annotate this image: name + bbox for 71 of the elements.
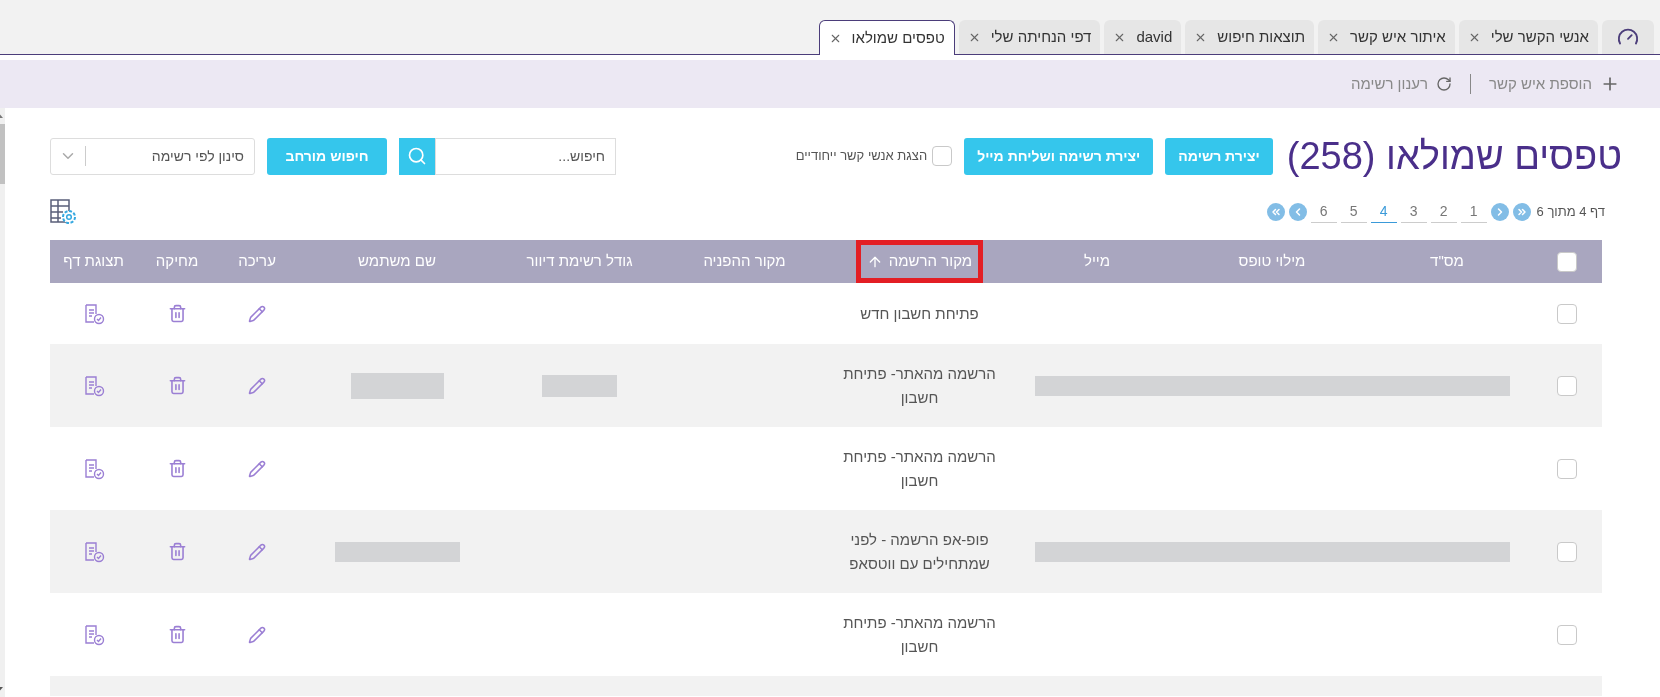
refresh-icon: [1436, 76, 1452, 92]
tab[interactable]: david: [1104, 20, 1182, 54]
column-header[interactable]: מייל: [1078, 240, 1117, 283]
delete-icon[interactable]: [167, 459, 187, 478]
page-view-icon[interactable]: [82, 302, 105, 325]
tab[interactable]: דפי הנחיתה שלי: [958, 20, 1101, 54]
table-settings-icon[interactable]: [50, 198, 78, 226]
page-title: טפסים שמולאו (258): [1286, 136, 1622, 176]
delete-icon[interactable]: [167, 376, 187, 395]
row-checkbox[interactable]: [1557, 541, 1577, 562]
search-field[interactable]: חיפוש...: [435, 137, 616, 175]
search-button[interactable]: [399, 137, 435, 175]
tab[interactable]: טפסים שמולאו: [818, 20, 955, 55]
first-page-button[interactable]: [1512, 203, 1531, 221]
table-cell-text: הרשמה מהאתר- פתיחת חשבון: [842, 612, 997, 657]
row-checkbox[interactable]: [1557, 624, 1577, 645]
column-header[interactable]: מקור ההפניה: [697, 240, 792, 283]
row-checkbox[interactable]: [1557, 458, 1577, 479]
dashboard-tab[interactable]: [1602, 20, 1654, 54]
edit-icon[interactable]: [248, 459, 266, 478]
column-header[interactable]: תצוגת דף: [57, 240, 130, 283]
page-link[interactable]: 4: [1370, 201, 1397, 223]
row-checkbox[interactable]: [1557, 375, 1577, 396]
page-link[interactable]: 3: [1400, 201, 1427, 223]
refresh-list-button[interactable]: רענון רשימה: [1351, 72, 1452, 96]
advanced-search-button[interactable]: חיפוש מורחב: [267, 137, 387, 175]
select-all-checkbox[interactable]: [1557, 251, 1577, 272]
double-chevron-icon: [1269, 206, 1282, 218]
column-header[interactable]: מס"ד: [1424, 240, 1470, 283]
page-link[interactable]: 2: [1430, 201, 1457, 223]
double-chevron-icon: [1515, 206, 1528, 218]
column-header[interactable]: מילוי טופס: [1232, 240, 1312, 283]
create-list-button[interactable]: יצירת רשימה: [1165, 137, 1273, 175]
column-header[interactable]: מקור הרשמה: [855, 240, 984, 283]
next-page-button[interactable]: [1288, 203, 1307, 221]
page-view-icon[interactable]: [82, 374, 105, 397]
table-cell-text: פופ-אפ הרשמה - לפני שמתחילים עם ווטסאפ: [848, 529, 991, 574]
column-header[interactable]: שם משתמש: [352, 240, 442, 283]
row-checkbox[interactable]: [1557, 303, 1577, 324]
unique-contacts-checkbox[interactable]: [932, 146, 953, 166]
delete-icon[interactable]: [167, 542, 187, 561]
table-cell-text: הרשמה מהאתר- פתיחת חשבון: [842, 446, 997, 491]
page-link[interactable]: 6: [1310, 201, 1337, 223]
page-link[interactable]: 1: [1460, 201, 1487, 223]
tab[interactable]: אנשי הקשר שלי: [1458, 20, 1598, 54]
edit-icon[interactable]: [248, 304, 266, 323]
checkbox-label: הצגת אנשי קשר ייחודיים: [795, 147, 928, 166]
page-view-icon[interactable]: [82, 540, 105, 563]
page-summary: דף 4 מתוך 6: [1536, 203, 1605, 222]
tab[interactable]: תוצאות חיפוש: [1185, 20, 1315, 54]
edit-icon[interactable]: [248, 376, 266, 395]
add-contact-button[interactable]: הוספת איש קשר: [1489, 72, 1620, 96]
page-view-icon[interactable]: [82, 457, 105, 480]
search-icon: [407, 146, 427, 166]
create-list-button[interactable]: יצירת רשימה ושליחת מייל: [964, 137, 1154, 175]
edit-icon[interactable]: [248, 542, 266, 561]
edit-icon[interactable]: [248, 625, 266, 644]
column-header[interactable]: עריכה: [232, 240, 282, 283]
column-header[interactable]: מחיקה: [149, 240, 205, 283]
table-cell-text: פתיחת חשבון חדש: [860, 303, 979, 324]
prev-page-button[interactable]: [1490, 203, 1509, 221]
last-page-button[interactable]: [1266, 203, 1285, 221]
table-cell-text: הרשמה מהאתר- פתיחת חשבון: [842, 363, 997, 408]
column-header[interactable]: גודל רשימת דיוור: [520, 240, 639, 283]
dropdown-placeholder: סינון לפי רשימה: [151, 146, 244, 166]
page-view-icon[interactable]: [82, 623, 105, 646]
page-link[interactable]: 5: [1340, 201, 1367, 223]
tab[interactable]: איתור איש קשר: [1318, 20, 1455, 54]
delete-icon[interactable]: [167, 304, 187, 323]
delete-icon[interactable]: [167, 625, 187, 644]
list-filter-dropdown[interactable]: סינון לפי רשימה: [50, 137, 255, 175]
